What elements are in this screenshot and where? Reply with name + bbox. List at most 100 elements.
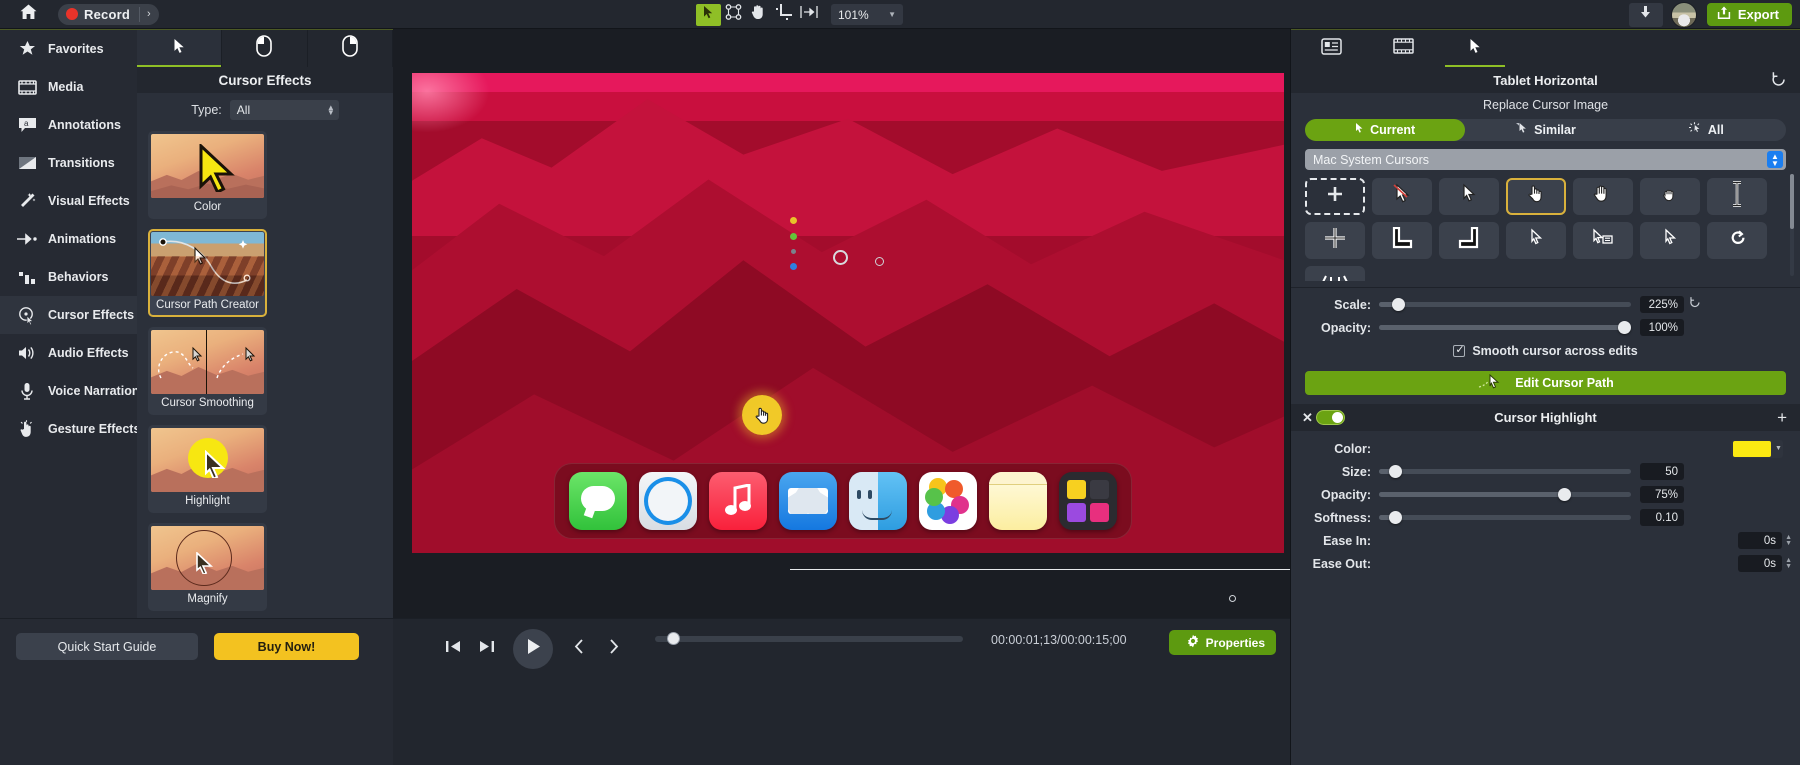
close-x-icon[interactable]: ✕ — [1302, 410, 1313, 426]
sidebar-item-behaviors[interactable]: Behaviors — [0, 258, 137, 296]
dock-icon-notes[interactable] — [989, 472, 1047, 530]
cursor-cell-closed-hand[interactable] — [1640, 178, 1700, 215]
tab-media-properties[interactable] — [1295, 30, 1367, 67]
step-forward-button[interactable] — [472, 634, 502, 664]
tab-cursor-pointer[interactable] — [137, 30, 223, 67]
cursor-cell-no-drop[interactable] — [1372, 178, 1432, 215]
cursor-cell-pointing-hand[interactable] — [1506, 178, 1566, 215]
zoom-level-select[interactable]: 101% ▼ — [831, 4, 903, 25]
scale-value-box[interactable]: 225% — [1640, 296, 1684, 313]
highlight-color-swatch[interactable]: ▼ — [1731, 439, 1783, 458]
cursor-cell-arrow-outline[interactable] — [1506, 222, 1566, 259]
dock-icon-mail[interactable] — [779, 472, 837, 530]
smooth-cursor-checkbox[interactable] — [1453, 343, 1466, 357]
effect-card-magnify[interactable]: Magnify — [148, 523, 267, 611]
highlight-softness-slider[interactable] — [1379, 511, 1631, 524]
tab-mouse-right-click[interactable] — [308, 30, 393, 67]
dock-icon-music[interactable] — [709, 472, 767, 530]
dock-icon-photos[interactable] — [919, 472, 977, 530]
scope-current-button[interactable]: Current — [1305, 119, 1466, 141]
cursor-cell-open-hand[interactable] — [1573, 178, 1633, 215]
hand-tool-button[interactable] — [746, 4, 771, 26]
cursor-cell-resize-corner-bottom-left[interactable] — [1372, 222, 1432, 259]
highlight-size-value-box[interactable]: 50 — [1640, 463, 1684, 480]
cursor-cell-arrow-thin[interactable] — [1640, 222, 1700, 259]
sidebar-item-media[interactable]: Media — [0, 68, 137, 106]
dock-icon-messages[interactable] — [569, 472, 627, 530]
play-button[interactable] — [513, 629, 553, 669]
quick-start-guide-button[interactable]: Quick Start Guide — [16, 633, 198, 660]
sidebar-item-transitions[interactable]: Transitions — [0, 144, 137, 182]
effect-card-highlight[interactable]: Highlight — [148, 425, 267, 513]
sidebar-item-gesture-effects[interactable]: Gesture Effects — [0, 410, 140, 448]
highlight-size-slider-knob[interactable] — [1389, 465, 1403, 478]
keyframe-dot-green[interactable] — [790, 233, 797, 240]
type-filter-select[interactable]: All ▲ ▼ — [229, 100, 339, 120]
edit-cursor-path-button[interactable]: Edit Cursor Path — [1305, 371, 1786, 395]
cursor-highlight-toggle[interactable] — [1316, 410, 1345, 425]
preview-stage[interactable] — [412, 73, 1284, 553]
scale-slider-knob[interactable] — [1391, 298, 1405, 311]
sidebar-item-audio-effects[interactable]: Audio Effects — [0, 334, 137, 372]
highlight-ease-out-value-box[interactable]: 0s — [1738, 555, 1783, 572]
cursor-path-knob[interactable] — [1229, 595, 1236, 602]
download-button[interactable] — [1628, 2, 1663, 27]
highlight-softness-value-box[interactable]: 0.10 — [1640, 509, 1684, 526]
plus-icon[interactable]: + — [1777, 409, 1787, 426]
tab-clip-properties[interactable] — [1367, 30, 1439, 67]
cursor-cell-i-beam[interactable] — [1707, 178, 1767, 215]
cursor-path-point[interactable] — [833, 250, 848, 265]
tab-mouse-left-click[interactable] — [222, 30, 308, 67]
sidebar-item-visual-effects[interactable]: Visual Effects — [0, 182, 137, 220]
effect-card-cursor-path-creator[interactable]: Cursor Path Creator — [148, 229, 267, 317]
reset-circular-arrow-icon[interactable] — [1771, 71, 1787, 93]
opacity-slider[interactable] — [1379, 321, 1631, 334]
sidebar-item-favorites[interactable]: Favorites — [0, 30, 137, 68]
opacity-slider-knob[interactable] — [1618, 321, 1631, 334]
cursor-cell-arrow-menu[interactable] — [1573, 222, 1633, 259]
step-back-button[interactable] — [438, 634, 468, 664]
record-chevron-icon[interactable]: › — [147, 8, 157, 20]
dock-icon-settings[interactable] — [1059, 472, 1117, 530]
add-custom-cursor-button[interactable] — [1305, 178, 1365, 215]
avatar[interactable] — [1670, 1, 1697, 28]
fit-width-tool-button[interactable] — [796, 4, 821, 26]
next-marker-button[interactable] — [598, 634, 628, 664]
dock-icon-safari[interactable] — [639, 472, 697, 530]
scale-slider[interactable] — [1379, 298, 1631, 311]
sidebar-item-animations[interactable]: Animations — [0, 220, 137, 258]
edit-points-tool-button[interactable] — [721, 4, 746, 26]
cursor-cell-crosshair[interactable] — [1305, 222, 1365, 259]
sidebar-item-voice-narration[interactable]: Voice Narration — [0, 372, 139, 410]
cursor-cell-resize-horizontal[interactable] — [1305, 266, 1365, 281]
home-button[interactable] — [0, 0, 56, 29]
tab-cursor-properties[interactable] — [1439, 30, 1511, 67]
cursor-cell-resize-corner-bottom-right[interactable] — [1439, 222, 1499, 259]
record-button[interactable]: Record › — [58, 3, 159, 25]
cursor-set-select[interactable]: Mac System Cursors ▲ ▼ — [1305, 149, 1786, 170]
keyframe-dot-yellow[interactable] — [790, 217, 797, 224]
keyframe-dot-gray[interactable] — [791, 249, 796, 254]
highlight-size-slider[interactable] — [1379, 465, 1631, 478]
prev-marker-button[interactable] — [564, 634, 594, 664]
sidebar-item-annotations[interactable]: a Annotations — [0, 106, 137, 144]
highlight-opacity-slider-knob[interactable] — [1557, 488, 1571, 501]
cursor-path-endpoint[interactable] — [875, 257, 884, 266]
scale-reset-icon[interactable] — [1689, 296, 1701, 314]
dock-icon-finder[interactable] — [849, 472, 907, 530]
cursor-gallery-scroll-thumb[interactable] — [1790, 174, 1794, 229]
scope-similar-button[interactable]: Similar — [1465, 119, 1625, 141]
buy-now-button[interactable]: Buy Now! — [214, 633, 359, 660]
crop-tool-button[interactable] — [771, 4, 796, 26]
playhead-scrubber[interactable] — [655, 636, 963, 642]
effect-card-color[interactable]: Color — [148, 131, 267, 219]
stepper-icon[interactable]: ▲ ▼ — [1785, 557, 1792, 570]
cursor-cell-arrow[interactable] — [1439, 178, 1499, 215]
export-button[interactable]: Export — [1706, 3, 1792, 26]
opacity-value-box[interactable]: 100% — [1640, 319, 1684, 336]
properties-button[interactable]: Properties — [1168, 630, 1276, 655]
effect-card-cursor-smoothing[interactable]: Cursor Smoothing — [148, 327, 267, 415]
highlight-softness-slider-knob[interactable] — [1389, 511, 1403, 524]
highlight-ease-in-value-box[interactable]: 0s — [1738, 532, 1783, 549]
highlight-opacity-slider[interactable] — [1379, 488, 1631, 501]
